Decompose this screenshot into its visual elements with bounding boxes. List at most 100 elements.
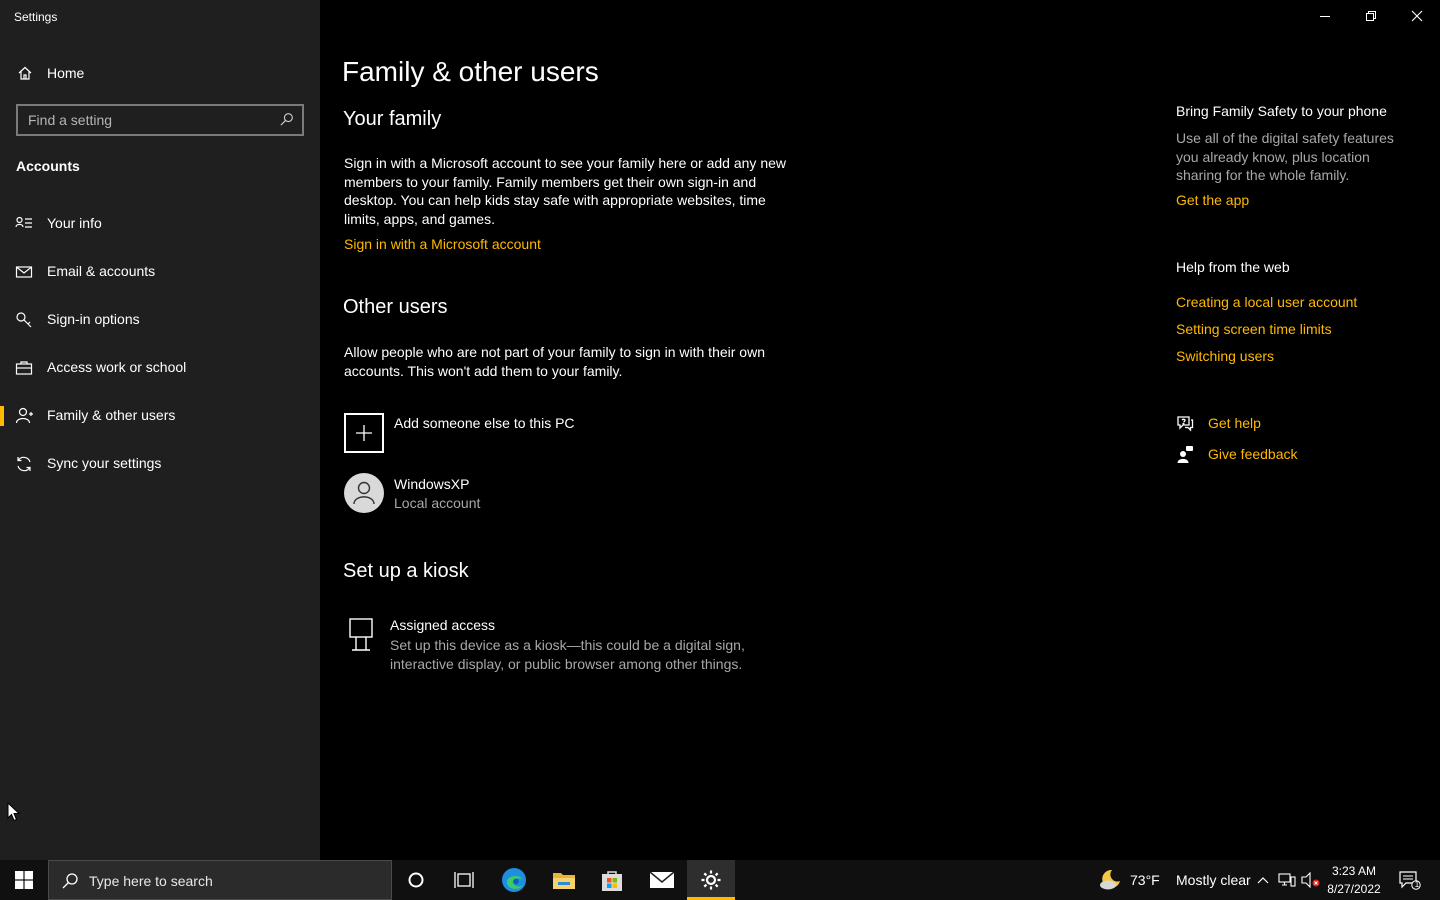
assigned-access-description: Set up this device as a kiosk—this could… [390,637,745,672]
sync-icon [17,456,31,472]
family-safety-text: Use all of the digital safety features y… [1176,130,1394,183]
close-button[interactable] [1394,0,1440,32]
settings-search-box[interactable] [16,104,304,136]
edge-button[interactable] [490,860,538,900]
help-link-local-account[interactable]: Creating a local user account [1176,294,1357,310]
restore-icon [1366,11,1376,21]
page-title: Family & other users [342,56,599,87]
settings-search-input[interactable] [18,106,268,134]
family-safety-heading: Bring Family Safety to your phone [1176,103,1387,119]
network-icon [1278,873,1296,887]
user-name: WindowsXP [394,476,470,492]
section-heading-accounts: Accounts [16,158,80,174]
add-someone-button[interactable]: Add someone else to this PC [344,412,784,454]
sidebar-item-access-work-school[interactable]: Access work or school [0,348,320,388]
store-icon [602,871,622,891]
volume-muted-icon [1301,872,1320,888]
feedback-icon [1177,446,1193,463]
chat-help-icon [1177,416,1194,432]
key-icon [16,312,32,328]
add-icon-box [344,413,384,453]
action-center-button[interactable]: 1 [1392,860,1428,900]
user-avatar [344,473,384,513]
sidebar-item-label: Access work or school [47,359,187,375]
home-label: Home [47,65,85,81]
clock-date: 8/27/2022 [1327,882,1381,896]
restore-button[interactable] [1348,0,1394,32]
other-users-heading: Other users [343,296,448,318]
person-icon [353,481,375,505]
taskbar-clock[interactable]: 3:23 AM 8/27/2022 [1326,862,1382,898]
network-button[interactable] [1276,860,1298,900]
sidebar-item-label: Your info [47,215,102,231]
selection-indicator [0,406,4,426]
volume-button[interactable] [1300,860,1322,900]
sidebar-item-family-other-users[interactable]: Family & other users [0,396,320,436]
mail-icon [649,871,675,888]
get-the-app-link[interactable]: Get the app [1176,192,1249,208]
moon-cloud-icon [1100,869,1120,890]
settings-taskbar-button[interactable] [687,860,735,900]
briefcase-icon [15,361,33,375]
notification-count: 1 [1414,880,1420,889]
sidebar-item-sync-settings[interactable]: Sync your settings [0,444,320,484]
cortana-button[interactable] [392,860,440,900]
minimize-button[interactable] [1302,0,1348,32]
search-icon [62,873,78,889]
your-family-heading: Your family [343,108,442,130]
kiosk-heading: Set up a kiosk [343,560,469,582]
plus-icon [356,425,372,441]
app-title: Settings [14,10,58,24]
chevron-up-icon [1257,877,1269,884]
file-explorer-icon [553,873,575,889]
assigned-access-title: Assigned access [390,617,496,633]
other-users-description: Allow people who are not part of your fa… [344,344,765,379]
get-help-link[interactable]: Get help [1208,415,1261,431]
sidebar-item-your-info[interactable]: Your info [0,204,320,244]
sidebar-item-label: Email & accounts [47,263,156,279]
mail-icon [15,266,33,278]
sidebar: Settings Home Accounts Your info Email &… [0,0,320,860]
weather-condition: Mostly clear [1176,872,1251,888]
minimize-icon [1320,16,1330,17]
sidebar-item-label: Sign-in options [47,311,140,327]
contact-card-icon [15,216,32,228]
sidebar-item-email-accounts[interactable]: Email & accounts [0,252,320,292]
give-feedback-link[interactable]: Give feedback [1208,446,1298,462]
mouse-cursor [7,802,21,822]
show-hidden-icons-button[interactable] [1254,860,1272,900]
help-link-screen-time[interactable]: Setting screen time limits [1176,321,1332,337]
mail-button[interactable] [638,860,686,900]
windows-logo-icon [15,871,33,889]
your-family-description: Sign in with a Microsoft account to see … [344,155,786,227]
sidebar-item-label: Sync your settings [47,455,162,471]
sidebar-item-sign-in-options[interactable]: Sign-in options [0,300,320,340]
clock-time: 3:23 AM [1331,864,1377,878]
sidebar-item-label: Family & other users [47,407,176,423]
help-web-heading: Help from the web [1176,259,1290,275]
taskbar-search-box[interactable]: Type here to search [48,860,392,900]
taskbar-search-placeholder: Type here to search [89,873,213,889]
user-account-type: Local account [394,495,481,511]
store-button[interactable] [588,860,636,900]
home-icon [18,66,32,80]
close-icon [1411,10,1423,22]
assigned-access-item[interactable]: Assigned access Set up this device as a … [344,614,784,674]
weather-temp: 73°F [1130,872,1160,888]
person-add-icon [15,407,33,424]
search-icon[interactable] [279,112,294,127]
help-link-switching-users[interactable]: Switching users [1176,348,1274,364]
add-someone-label: Add someone else to this PC [394,415,575,431]
kiosk-icon [349,618,373,651]
user-account-item[interactable]: WindowsXP Local account [344,472,784,516]
cortana-icon [408,872,424,888]
task-view-icon [454,872,474,888]
home-nav-item[interactable]: Home [0,56,320,90]
file-explorer-button[interactable] [540,860,588,900]
start-button[interactable] [0,860,48,900]
edge-icon [502,868,526,892]
taskbar: Type here to search 73°F Mostly clear 3:… [0,860,1440,900]
sign-in-microsoft-link[interactable]: Sign in with a Microsoft account [344,236,541,252]
task-view-button[interactable] [440,860,488,900]
settings-icon [701,870,721,890]
